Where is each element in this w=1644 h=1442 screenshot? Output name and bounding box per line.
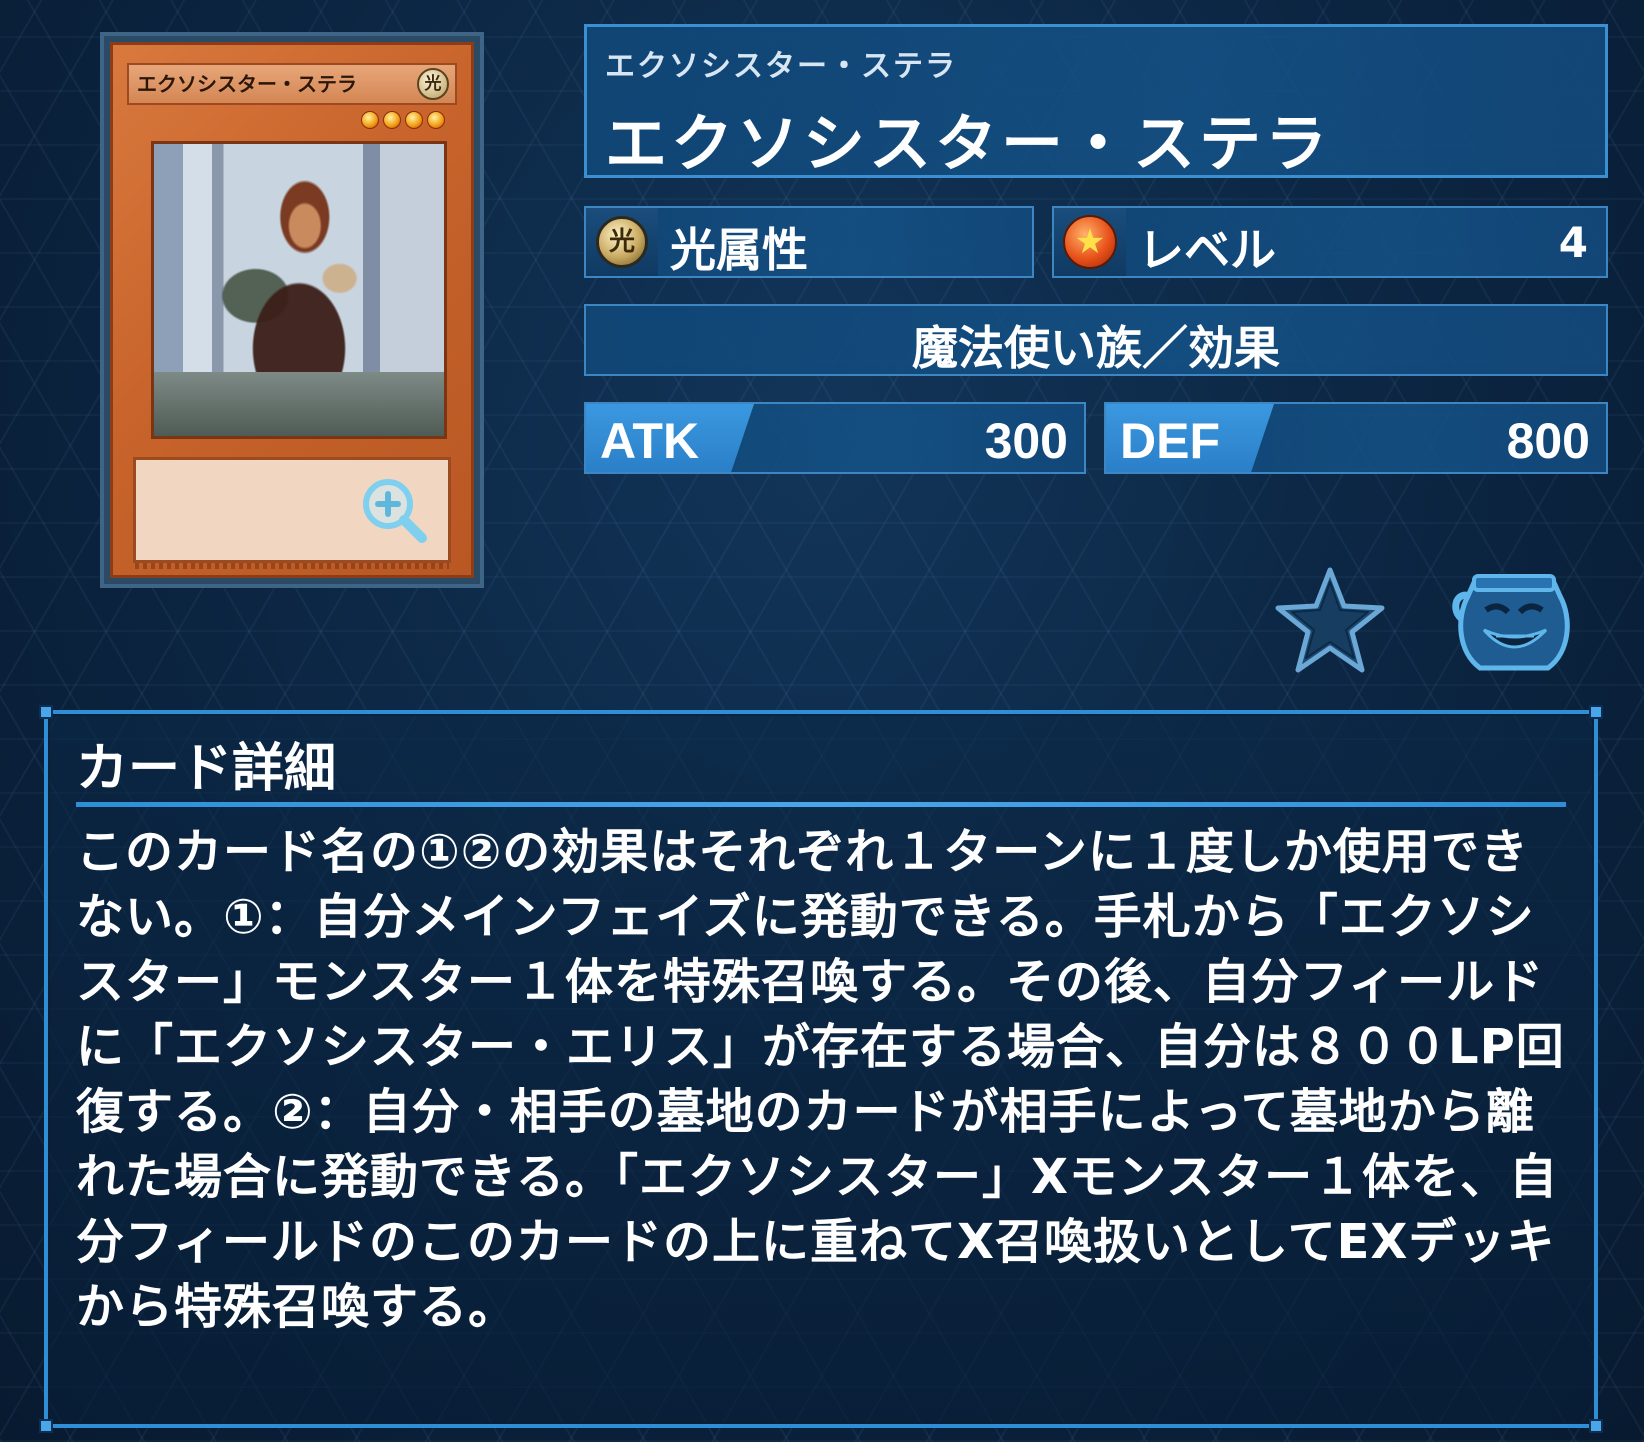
- card-footer-text: [135, 563, 449, 569]
- light-attribute-icon: 光: [596, 216, 648, 268]
- card-name-ruby: エクソシスター・ステラ: [605, 49, 957, 84]
- zoom-in-icon[interactable]: [358, 474, 430, 546]
- atk-panel: ATK 300: [584, 402, 1086, 474]
- corner-ornament: [1589, 1419, 1603, 1433]
- card-effect-text: このカード名の①②の効果はそれぞれ１ターンに１度しか使用できない。①：自分メイン…: [76, 824, 1565, 1335]
- level-value: 4: [1558, 218, 1588, 267]
- card-name-text: エクソシスター・ステラ: [137, 72, 357, 96]
- atk-label: ATK: [600, 413, 700, 469]
- corner-ornament: [1589, 705, 1603, 719]
- level-panel: ★ レベル 4: [1052, 206, 1608, 278]
- card-name-title: エクソシスター・ステラ: [605, 107, 1332, 180]
- attribute-icon-slot: 光: [586, 208, 658, 276]
- monster-type-panel: 魔法使い族／効果: [584, 304, 1608, 376]
- card-level-stars: [361, 111, 445, 129]
- card-text-box: [133, 457, 451, 563]
- favorite-star-icon[interactable]: [1272, 566, 1388, 674]
- level-star-icon: ★: [1063, 215, 1117, 269]
- atk-value: 300: [984, 413, 1068, 469]
- title-divider: [76, 802, 1566, 807]
- def-panel: DEF 800: [1104, 402, 1608, 474]
- attribute-panel: 光 光属性: [584, 206, 1034, 278]
- card-artwork-floor: [154, 371, 444, 436]
- attribute-label: 光属性: [670, 223, 808, 277]
- def-value: 800: [1506, 413, 1590, 469]
- card-name-bar: エクソシスター・ステラ 光: [127, 63, 457, 105]
- card-star-icon: [361, 111, 379, 129]
- card-attribute-icon: 光: [417, 68, 449, 100]
- card-detail-box: カード詳細 このカード名の①②の効果はそれぞれ１ターンに１度しか使用できない。①…: [39, 705, 1603, 1433]
- card-star-icon: [405, 111, 423, 129]
- pot-of-greed-icon[interactable]: [1448, 566, 1578, 676]
- corner-ornament: [39, 705, 53, 719]
- level-icon-slot: ★: [1054, 208, 1126, 276]
- card-image[interactable]: エクソシスター・ステラ 光: [100, 32, 484, 588]
- card-artwork: [151, 141, 447, 439]
- level-label: レベル: [1138, 223, 1276, 277]
- corner-ornament: [39, 1419, 53, 1433]
- card-star-icon: [383, 111, 401, 129]
- monster-type-text: 魔法使い族／効果: [912, 321, 1280, 375]
- card-face: エクソシスター・ステラ 光: [110, 42, 474, 578]
- card-star-icon: [427, 111, 445, 129]
- def-label: DEF: [1120, 413, 1220, 469]
- card-detail-title: カード詳細: [76, 739, 337, 799]
- card-name-panel: エクソシスター・ステラ エクソシスター・ステラ: [584, 24, 1608, 180]
